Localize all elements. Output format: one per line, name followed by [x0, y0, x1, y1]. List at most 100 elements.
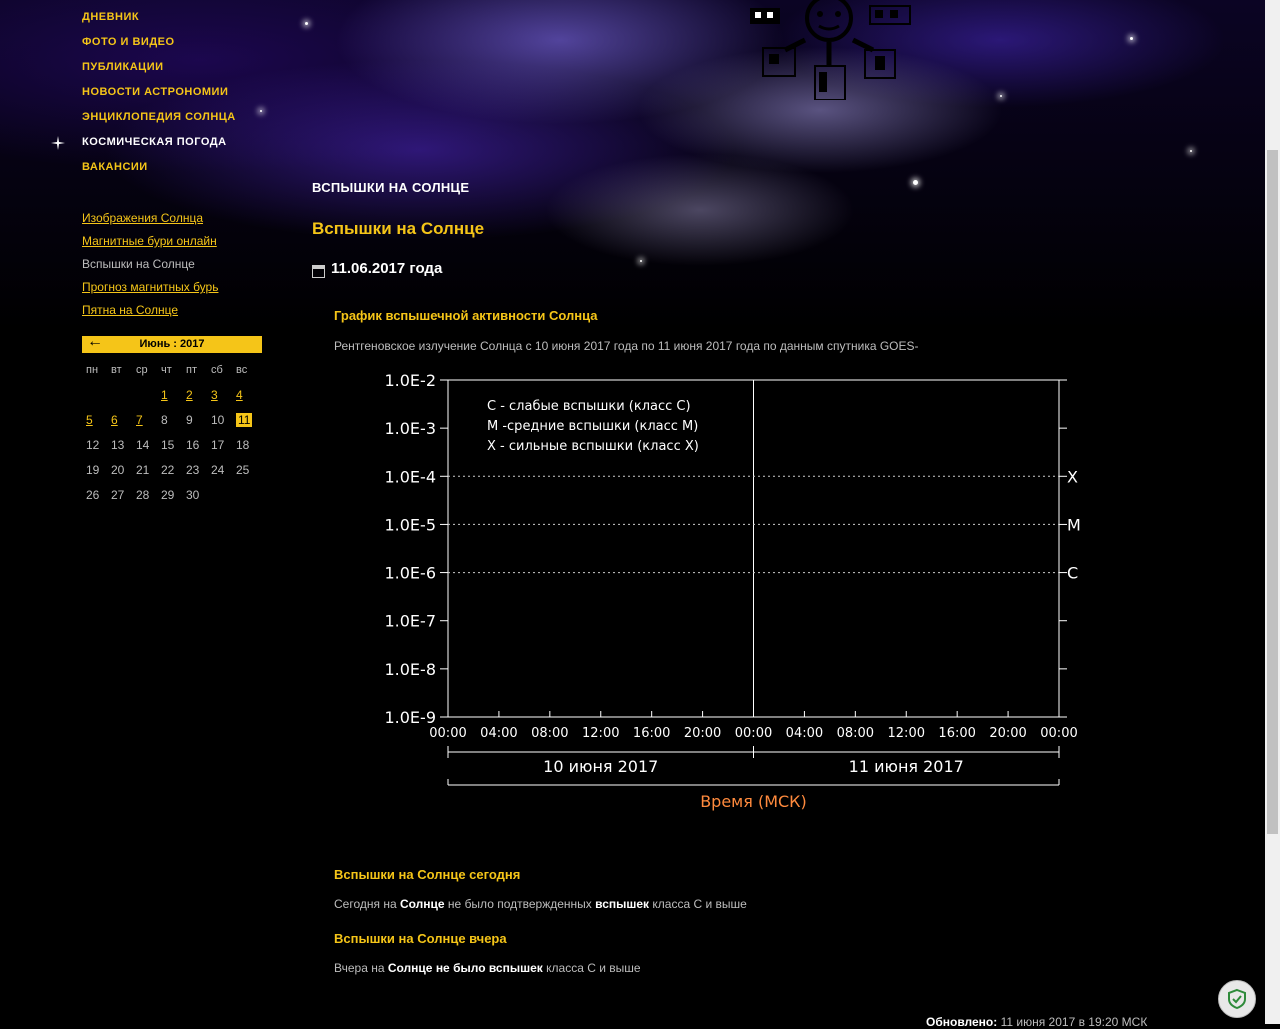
calendar-day: 26	[82, 487, 107, 512]
calendar-day-label: 24	[211, 463, 225, 477]
sub-navigation: Изображения Солнца Магнитные бури онлайн…	[82, 210, 262, 325]
calendar-day[interactable]: 2	[182, 387, 207, 412]
page-scrollbar[interactable]	[1265, 0, 1280, 1024]
y-tick-label: 1.0E-3	[384, 419, 436, 438]
x-tick-label: 16:00	[633, 726, 670, 741]
updated-label: Обновлено:	[926, 1015, 998, 1029]
subnav-current-solar-flares: Вспышки на Солнце	[82, 257, 195, 271]
calendar-day-label[interactable]: 2	[186, 388, 193, 402]
calendar: ← Июнь : 2017 пн вт ср чт пт сб вс 1 2 3 4 5 6 7 8 9 10 1…	[82, 333, 262, 512]
calendar-day-label[interactable]: 7	[136, 413, 143, 427]
chart-description: Рентгеновское излучение Солнца с 10 июня…	[334, 339, 919, 353]
x-tick-label: 12:00	[888, 726, 925, 741]
nav-item-diary[interactable]: Дневник	[82, 6, 236, 31]
calendar-day-label: 9	[186, 413, 193, 427]
calendar-weekday: ср	[136, 364, 148, 376]
calendar-day-label: 28	[136, 488, 150, 502]
calendar-day-label: 27	[111, 488, 125, 502]
x-tick-label: 00:00	[735, 726, 772, 741]
y-tick-label: 1.0E-9	[384, 708, 436, 727]
calendar-day: 13	[107, 437, 132, 462]
x-tick-label: 20:00	[989, 726, 1026, 741]
calendar-day-label: 25	[236, 463, 250, 477]
calendar-day-label: 8	[161, 413, 168, 427]
star-decoration	[1000, 95, 1002, 97]
legend-entry: C - слабые вспышки (класс С)	[487, 399, 691, 414]
calendar-day: 22	[157, 462, 182, 487]
calendar-header: ← Июнь : 2017	[82, 333, 262, 353]
subnav-link-magnetic-storms-online[interactable]: Магнитные бури онлайн	[82, 233, 262, 256]
y-tick-label: 1.0E-6	[384, 564, 436, 583]
x-tick-label: 20:00	[684, 726, 721, 741]
security-shield-button[interactable]	[1218, 980, 1256, 1018]
today-text-bold: вспышек	[595, 897, 650, 911]
site-logo[interactable]	[745, 0, 915, 100]
y-tick-label: 1.0E-2	[384, 371, 436, 390]
subnav-link-storm-forecast[interactable]: Прогноз магнитных бурь	[82, 279, 262, 302]
flare-activity-chart: 1.0E-2 1.0E-3 1.0E-4 1.0E-5 1.0E-6 1.0E-7 1.0E…	[384, 371, 1081, 811]
calendar-empty-cell	[132, 387, 157, 412]
calendar-day-label: 12	[86, 438, 100, 452]
calendar-weekday: вт	[111, 364, 122, 376]
star-decoration	[1190, 150, 1192, 152]
calendar-day-label: 29	[161, 488, 175, 502]
nav-item-publications[interactable]: Публикации	[82, 56, 236, 81]
yesterday-text-part: класса С и выше	[542, 961, 641, 975]
x-tick-label: 08:00	[531, 726, 568, 741]
nav-item-vacancies[interactable]: Вакансии	[82, 156, 236, 181]
calendar-day: 21	[132, 462, 157, 487]
y-tick-label: 1.0E-7	[384, 612, 436, 631]
date-text: 11.06.2017 года	[331, 260, 443, 277]
calendar-day-label[interactable]: 6	[111, 413, 118, 427]
calendar-day: 14	[132, 437, 157, 462]
nav-item-sun-encyclopedia[interactable]: Энциклопедия Солнца	[82, 106, 236, 131]
calendar-day-label[interactable]: 3	[211, 388, 218, 402]
chart-heading: График вспышечной активности Солнца	[334, 308, 598, 323]
nav-item-space-weather[interactable]: Космическая погода	[82, 131, 236, 156]
calendar-day-label[interactable]: 5	[86, 413, 93, 427]
calendar-weekday: сб	[211, 364, 223, 376]
calendar-day[interactable]: 4	[232, 387, 257, 412]
calendar-day[interactable]: 3	[207, 387, 232, 412]
threshold-label-m: M	[1067, 515, 1081, 534]
calendar-day: 24	[207, 462, 232, 487]
shield-icon	[1228, 988, 1246, 1010]
calendar-grid: пн вт ср чт пт сб вс 1 2 3 4 5 6 7 8 9 10 11 12 13 14 15 16 17 1…	[82, 362, 262, 512]
calendar-day: 30	[182, 487, 207, 512]
calendar-day: 8	[157, 412, 182, 437]
subnav-link-sun-images[interactable]: Изображения Солнца	[82, 210, 262, 233]
calendar-day: 9	[182, 412, 207, 437]
today-text: Сегодня на Солнце не было подтвержденных…	[334, 897, 747, 911]
subnav-link-sunspots[interactable]: Пятна на Солнце	[82, 302, 262, 325]
x-tick-label: 00:00	[429, 726, 466, 741]
calendar-month-label: Июнь : 2017	[139, 338, 205, 350]
calendar-day[interactable]: 6	[107, 412, 132, 437]
calendar-day-label: 17	[211, 438, 225, 452]
today-text-part: класса С и выше	[649, 897, 747, 911]
calendar-day-today[interactable]: 11	[232, 412, 257, 437]
today-text-part: не было подтвержденных	[444, 897, 596, 911]
calendar-day: 28	[132, 487, 157, 512]
calendar-day-label[interactable]: 1	[161, 388, 168, 402]
nav-item-astronomy-news[interactable]: Новости астрономии	[82, 81, 236, 106]
calendar-weekday: чт	[161, 364, 172, 376]
day-label: 10 июня 2017	[543, 757, 658, 776]
calendar-day: 20	[107, 462, 132, 487]
calendar-day-label[interactable]: 4	[236, 388, 243, 402]
calendar-empty-cell	[82, 387, 107, 412]
star-decoration	[913, 180, 918, 185]
calendar-empty-cell	[232, 487, 257, 512]
x-tick-label: 16:00	[938, 726, 975, 741]
page-title: Вспышки на Солнце	[312, 219, 485, 238]
calendar-day[interactable]: 5	[82, 412, 107, 437]
calendar-day[interactable]: 1	[157, 387, 182, 412]
calendar-day: 19	[82, 462, 107, 487]
yesterday-text-bold: Солнце не было вспышек	[387, 961, 543, 975]
yesterday-heading: Вспышки на Солнце вчера	[334, 931, 507, 946]
calendar-day: 29	[157, 487, 182, 512]
nav-item-photo-video[interactable]: Фото и видео	[82, 31, 236, 56]
scrollbar-thumb[interactable]	[1267, 150, 1278, 834]
section-caption: Вспышки на Солнце	[312, 180, 470, 195]
threshold-label-x: X	[1067, 467, 1078, 486]
calendar-day[interactable]: 7	[132, 412, 157, 437]
